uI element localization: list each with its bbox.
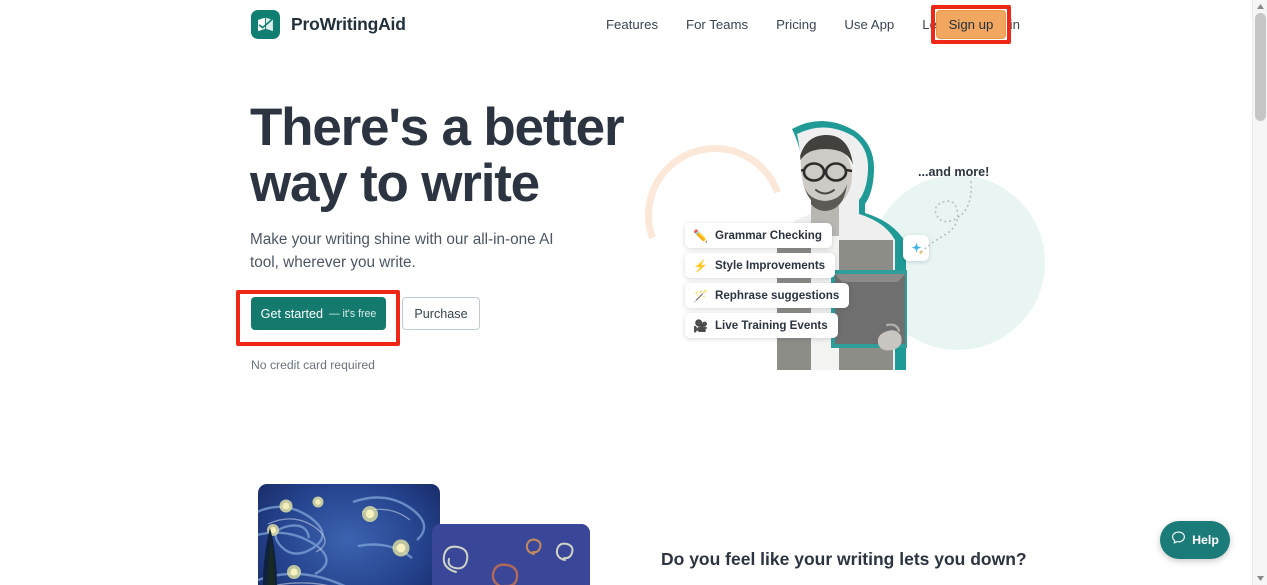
page-scrollbar[interactable] [1252, 0, 1267, 585]
pencil-icon: ✏️ [693, 228, 708, 243]
feature-chip: 🎥 Live Training Events [685, 313, 838, 338]
get-started-sublabel: — it's free [328, 307, 377, 320]
sign-up-button[interactable]: Sign up [936, 10, 1006, 39]
hero-illustration: ✏️ Grammar Checking ⚡ Style Improvements… [621, 95, 1045, 385]
book-checkmark-icon [251, 10, 280, 39]
hero-title-line-1: There's a better [250, 98, 625, 157]
purchase-button[interactable]: Purchase [402, 297, 480, 330]
hero-title-line-2: way to write [250, 154, 540, 213]
lightning-bolt-icon: ⚡ [693, 258, 708, 273]
nav-for-teams[interactable]: For Teams [672, 11, 762, 38]
section-heading: Do you feel like your writing lets you d… [661, 549, 1027, 569]
scrollbar-thumb[interactable] [1255, 13, 1266, 121]
logo-link[interactable]: ProWritingAid [251, 10, 406, 39]
scroll-up-arrow-icon[interactable] [1253, 0, 1267, 13]
get-started-label: Get started [260, 306, 323, 321]
feature-chip: ⚡ Style Improvements [685, 253, 836, 278]
feature-chip-label: Rephrase suggestions [714, 289, 840, 302]
help-widget-label: Help [1192, 533, 1219, 547]
curly-arrow-decoration [920, 181, 973, 253]
movie-camera-icon: 🎥 [693, 318, 708, 333]
blue-doodle-card [432, 524, 590, 585]
nav-pricing[interactable]: Pricing [762, 11, 830, 38]
magic-wand-icon: 🪄 [693, 288, 708, 303]
feature-chip: 🪄 Rephrase suggestions [685, 283, 850, 308]
nav-features[interactable]: Features [600, 11, 672, 38]
no-credit-card-note: No credit card required [251, 358, 375, 372]
feature-chip-label: Style Improvements [714, 259, 826, 272]
brand-name: ProWritingAid [291, 14, 406, 34]
feature-chip-label: Live Training Events [714, 319, 828, 332]
help-widget-button[interactable]: Help [1160, 521, 1230, 559]
get-started-button[interactable]: Get started — it's free [251, 297, 386, 330]
scroll-down-arrow-icon[interactable] [1253, 572, 1267, 585]
feature-chip: ✏️ Grammar Checking [685, 223, 832, 248]
and-more-annotation: ...and more! [918, 165, 990, 179]
page-root: ProWritingAid Features For Teams Pricing… [0, 0, 1252, 585]
starry-night-painting [258, 484, 440, 585]
feature-chip-label: Grammar Checking [714, 229, 822, 242]
hero-subtitle: Make your writing shine with our all-in-… [250, 231, 554, 271]
page-title: There's a better way to write [250, 100, 670, 212]
site-header: ProWritingAid Features For Teams Pricing… [0, 0, 1252, 49]
speech-bubble-icon [1171, 530, 1186, 550]
nav-use-app[interactable]: Use App [830, 11, 908, 38]
